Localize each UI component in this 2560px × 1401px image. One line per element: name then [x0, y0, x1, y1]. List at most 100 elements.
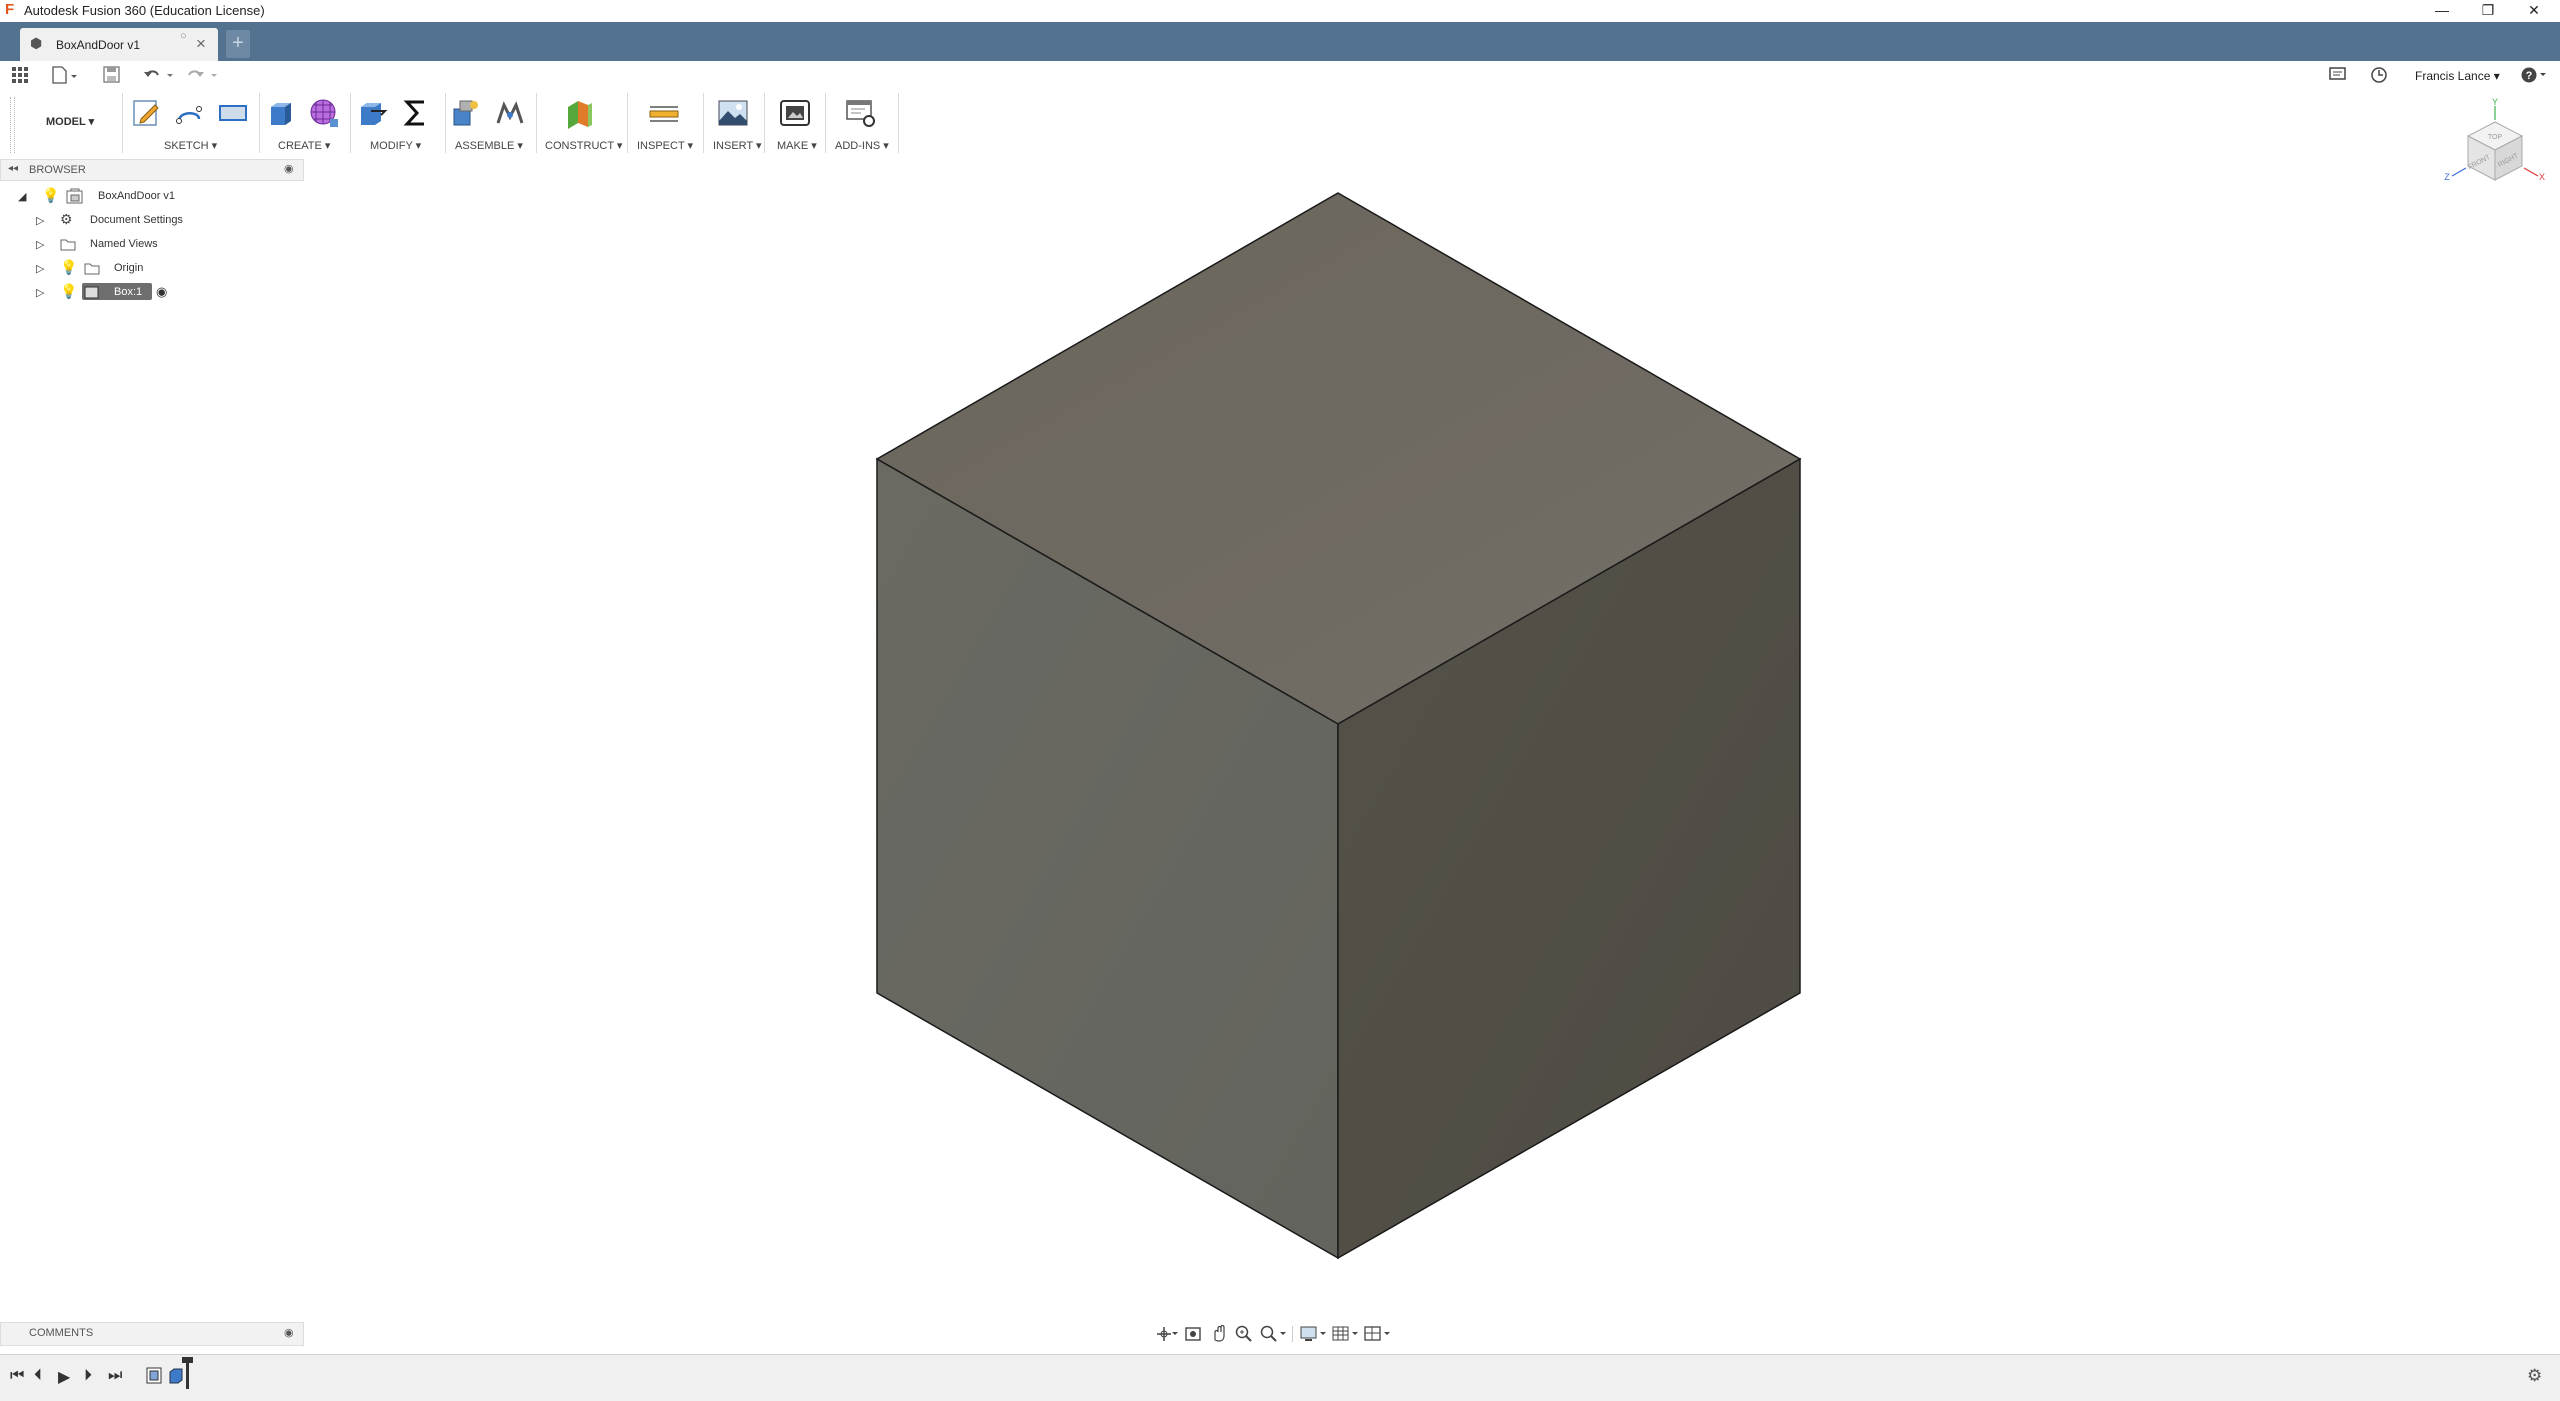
visibility-bulb-icon[interactable]: 💡: [60, 283, 77, 300]
browser-panel-header[interactable]: ◂◂ BROWSER ◉: [0, 159, 304, 181]
offset-plane-icon[interactable]: [564, 97, 596, 129]
go-to-end-icon[interactable]: ⏭: [108, 1367, 122, 1385]
line-icon[interactable]: [173, 97, 205, 129]
workspace-switcher[interactable]: MODEL ▾: [46, 115, 94, 128]
close-tab-icon[interactable]: ×: [196, 34, 206, 54]
step-forward-icon[interactable]: ⏵: [84, 1367, 92, 1385]
viewports-icon[interactable]: [1364, 1325, 1392, 1343]
new-component-icon[interactable]: [450, 97, 482, 129]
toolbar-separator: [536, 93, 537, 153]
assemble-menu[interactable]: ASSEMBLE ▾: [455, 139, 523, 152]
sketch-label: SKETCH: [164, 140, 209, 152]
toolbar-separator: [825, 93, 826, 153]
loading-spinner-icon: ○: [180, 30, 187, 42]
modify-menu[interactable]: MODIFY ▾: [370, 139, 421, 152]
timeline-extrude-feature-icon[interactable]: [168, 1367, 184, 1385]
save-icon[interactable]: [103, 66, 121, 84]
gear-icon: ⚙: [60, 211, 73, 227]
navigation-bar: [1150, 1322, 1400, 1346]
form-icon[interactable]: [308, 97, 340, 129]
orbit-icon[interactable]: [1156, 1326, 1178, 1342]
collapsed-triangle-icon[interactable]: ▷: [36, 262, 44, 275]
go-to-start-icon[interactable]: ⏮: [10, 1367, 24, 1385]
comments-panel-header[interactable]: COMMENTS ◉: [0, 1322, 304, 1346]
timeline-marker-handle[interactable]: [182, 1357, 193, 1363]
inspect-menu[interactable]: INSPECT ▾: [637, 139, 693, 152]
grid-snaps-icon[interactable]: [1332, 1325, 1360, 1343]
tree-item-origin[interactable]: ▷ 💡 Origin: [36, 259, 298, 281]
sketch-menu[interactable]: SKETCH ▾: [164, 139, 217, 152]
minimize-button[interactable]: —: [2420, 0, 2464, 22]
create-sketch-icon[interactable]: [131, 97, 163, 129]
z-axis-line: [2451, 167, 2467, 177]
visibility-bulb-off-icon[interactable]: 💡: [60, 259, 77, 276]
activate-component-radio-icon[interactable]: ◉: [156, 284, 167, 300]
undo-icon[interactable]: [143, 67, 175, 83]
view-cube[interactable]: TOP FRONT RIGHT Y Z X: [2440, 98, 2550, 208]
3d-print-icon[interactable]: [779, 97, 811, 129]
tree-item-label: Document Settings: [90, 214, 183, 226]
svg-text:?: ?: [2526, 70, 2533, 82]
browser-pin-icon[interactable]: ◉: [284, 162, 294, 175]
viewcube-top-face[interactable]: TOP: [2488, 134, 2503, 141]
browser-title: BROWSER: [29, 164, 86, 176]
pan-hand-icon[interactable]: [1210, 1324, 1228, 1342]
expanded-triangle-icon[interactable]: ◢: [18, 190, 26, 203]
collapsed-triangle-icon[interactable]: ▷: [36, 214, 44, 227]
title-bar: F Autodesk Fusion 360 (Education License…: [0, 0, 2560, 22]
job-status-icon[interactable]: [2370, 66, 2388, 84]
insert-label: INSERT: [713, 140, 753, 152]
apps-grid-icon[interactable]: [12, 67, 28, 83]
new-tab-button[interactable]: +: [226, 30, 250, 58]
timeline-marker[interactable]: [186, 1359, 189, 1389]
display-settings-icon[interactable]: [1300, 1325, 1328, 1343]
tree-item-named-views[interactable]: ▷ Named Views: [36, 235, 298, 257]
collapsed-triangle-icon[interactable]: ▷: [36, 238, 44, 251]
tree-item-document-settings[interactable]: ▷ ⚙ Document Settings: [36, 211, 298, 233]
box-body[interactable]: [875, 192, 1802, 1260]
fusion-logo-icon: F: [5, 1, 15, 18]
component-icon: [66, 188, 83, 204]
joint-icon[interactable]: [494, 97, 526, 129]
x-axis-label: X: [2539, 172, 2545, 182]
fit-zoom-window-icon[interactable]: [1260, 1325, 1288, 1343]
document-tab[interactable]: ⬢ BoxAndDoor v1 ○ ×: [20, 28, 218, 61]
visibility-bulb-icon[interactable]: 💡: [42, 187, 59, 204]
scripts-addins-icon[interactable]: [845, 97, 877, 129]
notifications-icon[interactable]: [2329, 67, 2347, 83]
tree-item-box1[interactable]: ▷ 💡 Box:1 ◉: [36, 283, 298, 305]
insert-menu[interactable]: INSERT ▾: [713, 139, 762, 152]
press-pull-icon[interactable]: [357, 97, 389, 129]
make-menu[interactable]: MAKE ▾: [777, 139, 817, 152]
parameters-sigma-icon[interactable]: [400, 97, 432, 129]
tree-item-root[interactable]: ◢ 💡 BoxAndDoor v1: [18, 187, 298, 209]
redo-icon[interactable]: [187, 67, 219, 83]
document-icon: ⬢: [30, 35, 43, 51]
toolbar-grip[interactable]: [10, 97, 15, 153]
comments-pin-icon[interactable]: ◉: [284, 1326, 294, 1339]
timeline-sketch-feature-icon[interactable]: [146, 1367, 162, 1385]
restore-button[interactable]: ❐: [2466, 0, 2510, 22]
timeline-settings-gear-icon[interactable]: ⚙: [2527, 1366, 2542, 1386]
collapsed-triangle-icon[interactable]: ▷: [36, 286, 44, 299]
create-menu[interactable]: CREATE ▾: [278, 139, 330, 152]
file-menu-icon[interactable]: [52, 66, 78, 84]
toolbar-separator: [703, 93, 704, 153]
rectangle-icon[interactable]: [217, 97, 249, 129]
play-icon[interactable]: ▶: [58, 1367, 70, 1387]
insert-image-icon[interactable]: [717, 97, 749, 129]
construct-menu[interactable]: CONSTRUCT ▾: [545, 139, 622, 152]
extrude-icon[interactable]: [265, 97, 297, 129]
help-icon[interactable]: ?: [2520, 66, 2548, 84]
look-at-icon[interactable]: [1184, 1325, 1202, 1343]
measure-icon[interactable]: [648, 97, 680, 129]
close-window-button[interactable]: ✕: [2512, 0, 2556, 22]
user-name: Francis Lance: [2415, 69, 2491, 83]
comments-title: COMMENTS: [29, 1327, 94, 1339]
canvas-viewport: [875, 192, 1802, 1260]
addins-menu[interactable]: ADD-INS ▾: [835, 139, 889, 152]
collapse-panel-icon[interactable]: ◂◂: [8, 163, 18, 174]
step-back-icon[interactable]: ⏴: [34, 1367, 42, 1385]
zoom-icon[interactable]: [1235, 1325, 1253, 1343]
user-account-menu[interactable]: Francis Lance ▾: [2415, 69, 2500, 83]
